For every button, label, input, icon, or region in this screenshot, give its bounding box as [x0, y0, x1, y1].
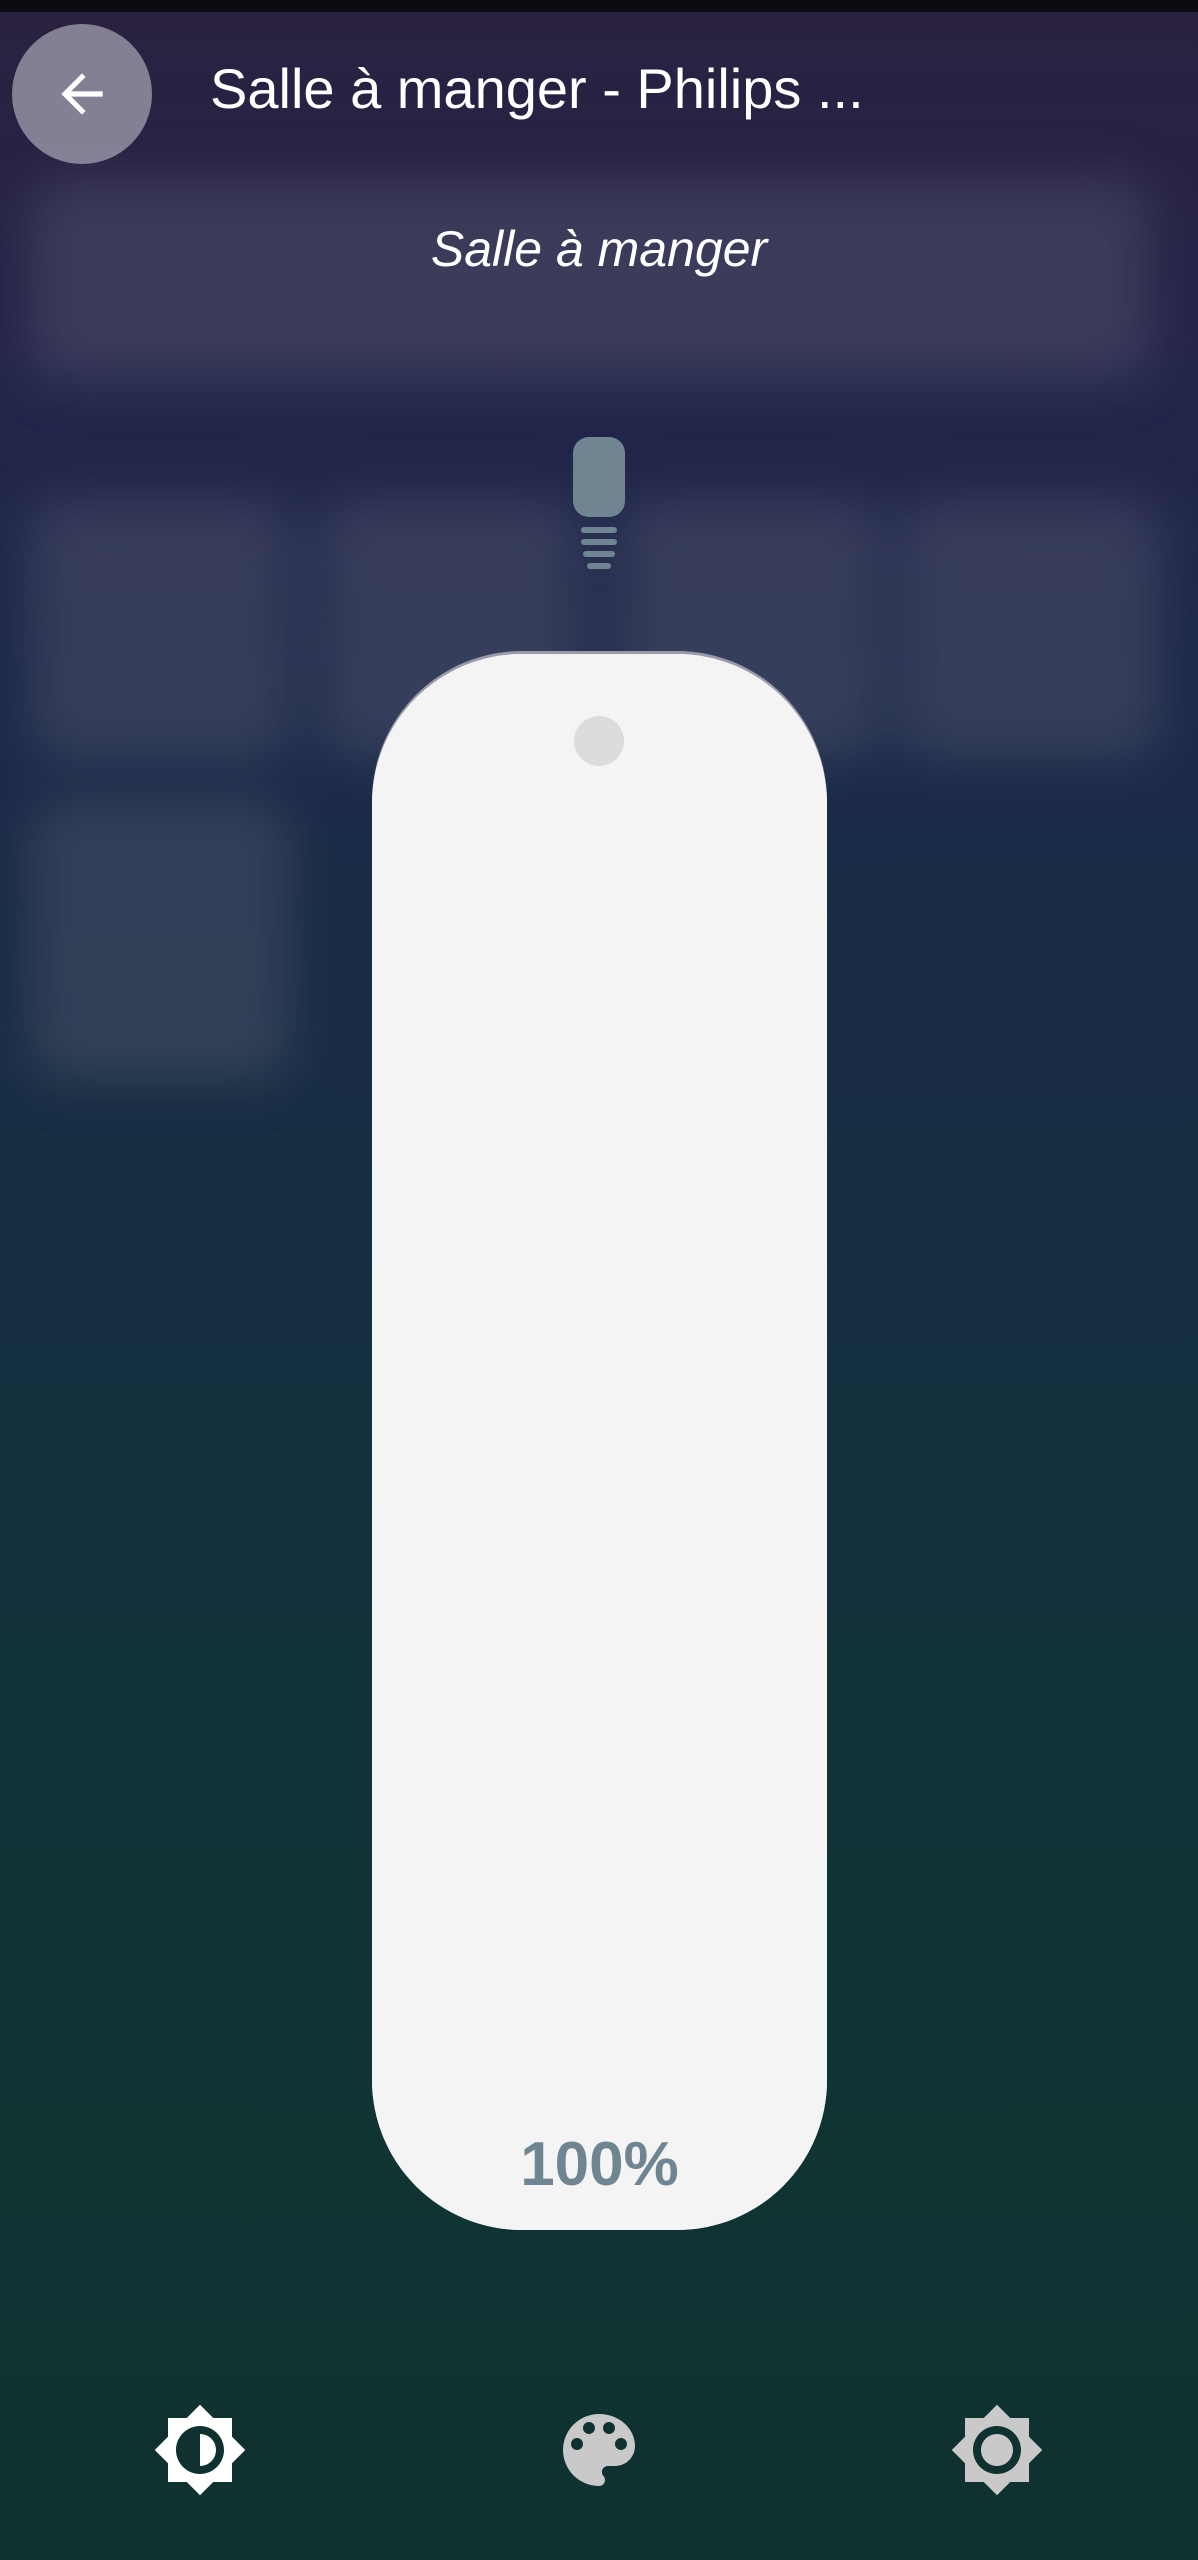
- status-bar-strip: [0, 0, 1198, 12]
- room-name: Salle à manger: [430, 221, 768, 277]
- tab-settings[interactable]: [947, 2400, 1047, 2500]
- brightness-slider-fill: [372, 654, 827, 2230]
- tab-color[interactable]: [549, 2400, 649, 2500]
- arrow-left-icon: [61, 73, 103, 115]
- bottom-navigation: [0, 2390, 1198, 2510]
- back-button[interactable]: [12, 24, 152, 164]
- palette-icon: [563, 2414, 635, 2486]
- tab-brightness[interactable]: [150, 2400, 250, 2500]
- slider-handle[interactable]: [574, 716, 624, 766]
- settings-icon: [951, 2404, 1043, 2496]
- brightness-icon: [154, 2404, 246, 2496]
- brightness-slider[interactable]: 100%: [372, 654, 827, 2230]
- page-title: Salle à manger - Philips ...: [210, 57, 864, 120]
- brightness-value: 100%: [520, 2130, 679, 2199]
- light-bulb-icon: [569, 435, 629, 575]
